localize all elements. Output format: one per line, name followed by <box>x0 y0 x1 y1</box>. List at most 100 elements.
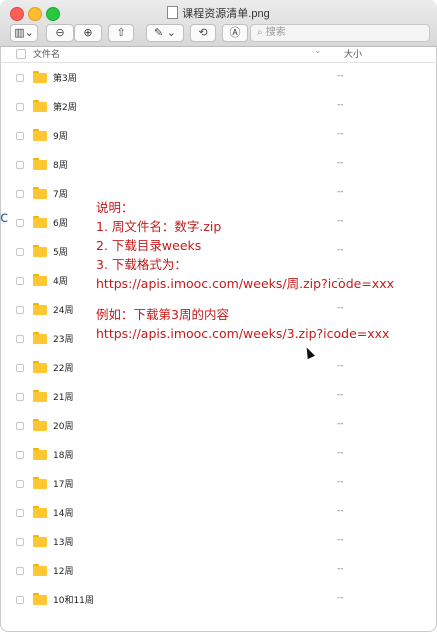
row-checkbox[interactable] <box>16 277 24 285</box>
row-checkbox[interactable] <box>16 480 24 488</box>
row-checkbox[interactable] <box>16 422 24 430</box>
table-row[interactable]: 21周 -- <box>0 383 437 412</box>
row-name: 9周 <box>53 132 68 142</box>
window-title: 课程资源清单.png <box>0 5 437 21</box>
table-row[interactable]: 13周 -- <box>0 528 437 557</box>
row-checkbox[interactable] <box>16 509 24 517</box>
folder-icon <box>33 506 47 518</box>
markup-button[interactable]: ✎ ⌄ <box>146 24 184 42</box>
row-name: 23周 <box>53 335 74 345</box>
column-name-header[interactable]: 文件名 <box>33 47 60 60</box>
folder-icon <box>33 187 47 199</box>
row-name: 7周 <box>53 190 68 200</box>
row-size: -- <box>337 506 344 516</box>
preview-window: 课程资源清单.png ▥⌄ ⊖ ⊕ ⇧ ✎ ⌄ ⟲ Ⓐ ⌕ 搜索 文件名 ⌄ 大… <box>0 0 437 632</box>
annotate-button[interactable]: Ⓐ <box>222 24 248 42</box>
row-name: 22周 <box>53 364 74 374</box>
share-icon: ⇧ <box>116 26 126 39</box>
folder-icon <box>33 361 47 373</box>
folder-icon <box>33 100 47 112</box>
sidebar-icon: ▥⌄ <box>14 26 34 39</box>
folder-icon <box>33 303 47 315</box>
folder-icon <box>33 477 47 489</box>
row-size: -- <box>337 593 344 603</box>
row-checkbox[interactable] <box>16 596 24 604</box>
image-file-icon <box>167 6 179 19</box>
column-header: 文件名 ⌄ 大小 <box>0 46 437 63</box>
search-icon: ⌕ <box>257 27 263 38</box>
zoom-in-button[interactable]: ⊕ <box>74 24 102 42</box>
row-name: 24周 <box>53 306 74 316</box>
note-line-2: 2. 下载目录weeks <box>96 238 202 253</box>
row-size: -- <box>337 158 344 168</box>
row-checkbox[interactable] <box>16 364 24 372</box>
folder-icon <box>33 390 47 402</box>
row-checkbox[interactable] <box>16 74 24 82</box>
instruction-note: 说明： 1. 周文件名：数字.zip 2. 下载目录weeks 3. 下载格式为… <box>96 198 394 343</box>
row-size: -- <box>337 187 344 197</box>
rotate-icon: ⟲ <box>198 26 208 39</box>
row-size: -- <box>337 535 344 545</box>
note-gap <box>96 293 394 305</box>
row-checkbox[interactable] <box>16 103 24 111</box>
row-name: 14周 <box>53 509 74 519</box>
row-name: 第2周 <box>53 103 77 113</box>
row-size: -- <box>337 100 344 110</box>
row-name: 17周 <box>53 480 74 490</box>
row-checkbox[interactable] <box>16 567 24 575</box>
table-row[interactable]: 17周 -- <box>0 470 437 499</box>
zoom-in-icon: ⊕ <box>83 26 93 39</box>
table-row[interactable]: 20周 -- <box>0 412 437 441</box>
row-name: 21周 <box>53 393 74 403</box>
row-checkbox[interactable] <box>16 306 24 314</box>
row-size: -- <box>337 129 344 139</box>
row-name: 8周 <box>53 161 68 171</box>
search-input[interactable]: ⌕ 搜索 <box>250 24 430 42</box>
table-row[interactable]: 14周 -- <box>0 499 437 528</box>
folder-icon <box>33 274 47 286</box>
table-row[interactable]: 10和11周 -- <box>0 586 437 615</box>
folder-icon <box>33 332 47 344</box>
row-name: 5周 <box>53 248 68 258</box>
row-name: 13周 <box>53 538 74 548</box>
folder-icon <box>33 71 47 83</box>
row-name: 第3周 <box>53 74 77 84</box>
row-checkbox[interactable] <box>16 451 24 459</box>
note-example-heading: 例如：下载第3周的内容 <box>96 307 229 322</box>
row-checkbox[interactable] <box>16 393 24 401</box>
sidebar-toggle-button[interactable]: ▥⌄ <box>10 24 38 42</box>
row-checkbox[interactable] <box>16 538 24 546</box>
table-row[interactable]: 12周 -- <box>0 557 437 586</box>
table-row[interactable]: 22周 -- <box>0 354 437 383</box>
row-size: -- <box>337 390 344 400</box>
table-row[interactable]: 9周 -- <box>0 122 437 151</box>
row-checkbox[interactable] <box>16 161 24 169</box>
row-checkbox[interactable] <box>16 219 24 227</box>
row-name: 20周 <box>53 422 74 432</box>
folder-icon <box>33 129 47 141</box>
chevron-down-icon[interactable]: ⌄ <box>314 46 322 56</box>
row-size: -- <box>337 448 344 458</box>
rotate-button[interactable]: ⟲ <box>190 24 216 42</box>
title-bar: 课程资源清单.png ▥⌄ ⊖ ⊕ ⇧ ✎ ⌄ ⟲ Ⓐ ⌕ 搜索 <box>0 0 437 47</box>
row-checkbox[interactable] <box>16 248 24 256</box>
select-all-checkbox[interactable] <box>16 49 26 59</box>
folder-icon <box>33 216 47 228</box>
table-row[interactable]: 18周 -- <box>0 441 437 470</box>
row-checkbox[interactable] <box>16 190 24 198</box>
row-size: -- <box>337 477 344 487</box>
row-size: -- <box>337 564 344 574</box>
table-row[interactable]: 第3周 -- <box>0 64 437 93</box>
column-size-header[interactable]: 大小 <box>344 47 362 60</box>
zoom-out-button[interactable]: ⊖ <box>46 24 74 42</box>
row-checkbox[interactable] <box>16 335 24 343</box>
folder-icon <box>33 245 47 257</box>
row-size: -- <box>337 419 344 429</box>
row-name: 6周 <box>53 219 68 229</box>
row-checkbox[interactable] <box>16 132 24 140</box>
note-line-1: 1. 周文件名：数字.zip <box>96 219 222 234</box>
table-row[interactable]: 8周 -- <box>0 151 437 180</box>
share-button[interactable]: ⇧ <box>108 24 134 42</box>
folder-icon <box>33 535 47 547</box>
table-row[interactable]: 第2周 -- <box>0 93 437 122</box>
